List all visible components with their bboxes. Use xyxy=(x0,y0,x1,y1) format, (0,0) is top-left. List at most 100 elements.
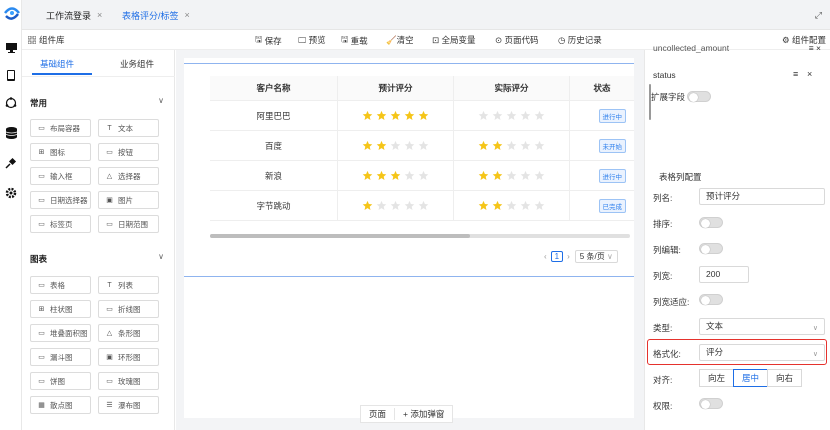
chart-component-item[interactable]: ▭ 折线图 xyxy=(98,300,159,318)
chevron-down-icon[interactable]: ∨ xyxy=(158,96,164,105)
star-icon xyxy=(520,200,531,210)
database-icon[interactable] xyxy=(4,126,18,140)
common-component-item[interactable]: T 文本 xyxy=(98,119,159,137)
remove-field-icon[interactable]: × xyxy=(807,69,812,79)
common-component-item[interactable]: △ 选择器 xyxy=(98,167,159,185)
actual-rating xyxy=(454,161,570,190)
tab-basic-components[interactable]: 基础组件 xyxy=(40,58,74,70)
type-select[interactable]: 文本 ∨ xyxy=(699,318,825,335)
component-icon: ▣ xyxy=(106,354,113,361)
monitor-icon[interactable] xyxy=(4,41,18,55)
common-component-item[interactable]: ▭ 标签页 xyxy=(30,215,91,233)
star-icon xyxy=(506,140,517,150)
col-name-input[interactable]: 预计评分 xyxy=(699,188,825,205)
ext-field-toggle[interactable] xyxy=(687,91,711,102)
star-icon xyxy=(362,200,373,210)
page-code-button[interactable]: ⊙ 页面代码 xyxy=(495,34,539,46)
chart-component-item[interactable]: ▦ 散点图 xyxy=(30,396,91,414)
sort-toggle[interactable] xyxy=(699,217,723,228)
align-left-button[interactable]: 向左 xyxy=(699,369,735,387)
tab-table-rating[interactable]: 表格评分/标签 × xyxy=(122,6,190,24)
reload-button[interactable]: 🖫 重载 xyxy=(341,34,368,48)
common-component-item[interactable]: ▭ 布局容器 xyxy=(30,119,91,137)
clear-button[interactable]: 🧹 清空 xyxy=(386,34,414,46)
chart-component-item[interactable]: ⊞ 柱状图 xyxy=(30,300,91,318)
component-icon: T xyxy=(107,281,112,289)
component-icon: ▭ xyxy=(38,197,45,204)
component-icon: ⊞ xyxy=(38,149,45,156)
star-icon xyxy=(390,200,401,210)
history-button[interactable]: ◷ 历史记录 xyxy=(558,34,602,46)
align-right-button[interactable]: 向右 xyxy=(767,369,803,387)
page-number[interactable]: 1 xyxy=(550,251,564,262)
common-component-item[interactable]: ⊞ 图标 xyxy=(30,143,91,161)
star-icon xyxy=(404,200,415,210)
chart-component-item[interactable]: ▭ 表格 xyxy=(30,276,91,294)
col-width-input[interactable]: 200 xyxy=(699,266,749,283)
chevron-down-icon: ∨ xyxy=(812,351,818,358)
next-page-icon[interactable]: › xyxy=(567,252,570,261)
table-row: 阿里巴巴 进行中 xyxy=(210,101,634,131)
drag-handle-icon[interactable]: ≡ xyxy=(793,69,798,79)
format-select[interactable]: 评分 ∨ xyxy=(699,344,825,361)
prev-page-icon[interactable]: ‹ xyxy=(544,252,547,261)
star-icon xyxy=(534,200,545,210)
star-icon xyxy=(418,110,429,120)
add-popup-button[interactable]: + 添加弹窗 xyxy=(395,408,452,420)
component-icon: ▭ xyxy=(38,354,45,361)
global-vars-button[interactable]: ⊡ 全局变量 xyxy=(432,34,476,46)
chart-component-item[interactable]: ▭ 玫瑰图 xyxy=(98,372,159,390)
star-icon xyxy=(404,140,415,150)
actual-rating xyxy=(454,131,570,160)
close-icon[interactable]: × xyxy=(185,10,190,20)
star-icon xyxy=(506,110,517,120)
workflow-icon[interactable] xyxy=(4,96,18,110)
chart-component-item[interactable]: △ 条形图 xyxy=(98,324,159,342)
column-header[interactable]: 预计评分 xyxy=(338,76,454,100)
width-adapt-toggle[interactable] xyxy=(699,294,723,305)
star-icon xyxy=(390,110,401,120)
chart-component-item[interactable]: ▭ 堆叠面积图 xyxy=(30,324,91,342)
customer-name: 百度 xyxy=(210,131,338,160)
close-icon[interactable]: × xyxy=(97,10,102,20)
permission-toggle[interactable] xyxy=(699,398,723,409)
table-row: 新浪 进行中 xyxy=(210,161,634,191)
common-component-item[interactable]: ▭ 输入框 xyxy=(30,167,91,185)
edit-toggle[interactable] xyxy=(699,243,723,254)
star-icon xyxy=(492,200,503,210)
column-header[interactable]: 实际评分 xyxy=(454,76,570,100)
expected-rating xyxy=(338,131,454,160)
chart-component-item[interactable]: T 列表 xyxy=(98,276,159,294)
align-center-button[interactable]: 居中 xyxy=(733,369,769,387)
common-component-item[interactable]: ▭ 日期范围 xyxy=(98,215,159,233)
tab-page[interactable]: 页面 xyxy=(361,408,396,420)
fullscreen-icon[interactable]: ⤢ xyxy=(815,10,822,21)
mobile-icon[interactable] xyxy=(4,68,18,82)
chart-component-item[interactable]: ☰ 瀑布图 xyxy=(98,396,159,414)
page-size-select[interactable]: 5 条/页 ∨ xyxy=(574,250,618,263)
settings-icon[interactable] xyxy=(4,186,18,200)
chart-component-item[interactable]: ▣ 环形图 xyxy=(98,348,159,366)
chevron-down-icon: ∨ xyxy=(812,325,818,332)
common-component-item[interactable]: ▭ 按钮 xyxy=(98,143,159,161)
star-icon xyxy=(520,110,531,120)
expected-rating xyxy=(338,161,454,190)
star-icon xyxy=(506,170,517,180)
preview-button[interactable]: 🖵 预览 xyxy=(298,34,326,46)
chart-component-item[interactable]: ▭ 饼图 xyxy=(30,372,91,390)
chevron-down-icon[interactable]: ∨ xyxy=(158,252,164,261)
horizontal-scrollbar[interactable] xyxy=(210,234,630,238)
tab-business-components[interactable]: 业务组件 xyxy=(120,58,154,70)
column-header[interactable]: 状态 xyxy=(570,76,634,100)
chart-component-item[interactable]: ▭ 漏斗图 xyxy=(30,348,91,366)
column-header[interactable]: 客户名称 xyxy=(210,76,338,100)
common-component-item[interactable]: ▭ 日期选择器 xyxy=(30,191,91,209)
common-component-item[interactable]: ▣ 图片 xyxy=(98,191,159,209)
expected-rating xyxy=(338,191,454,220)
plugin-icon[interactable] xyxy=(4,156,18,170)
component-icon: ▭ xyxy=(106,306,113,313)
clock-icon: ◷ xyxy=(558,34,566,45)
customer-name: 字节跳动 xyxy=(210,191,338,220)
tab-workflow-login[interactable]: 工作流登录 × xyxy=(46,6,102,24)
save-button[interactable]: 🖫 保存 xyxy=(255,34,282,48)
